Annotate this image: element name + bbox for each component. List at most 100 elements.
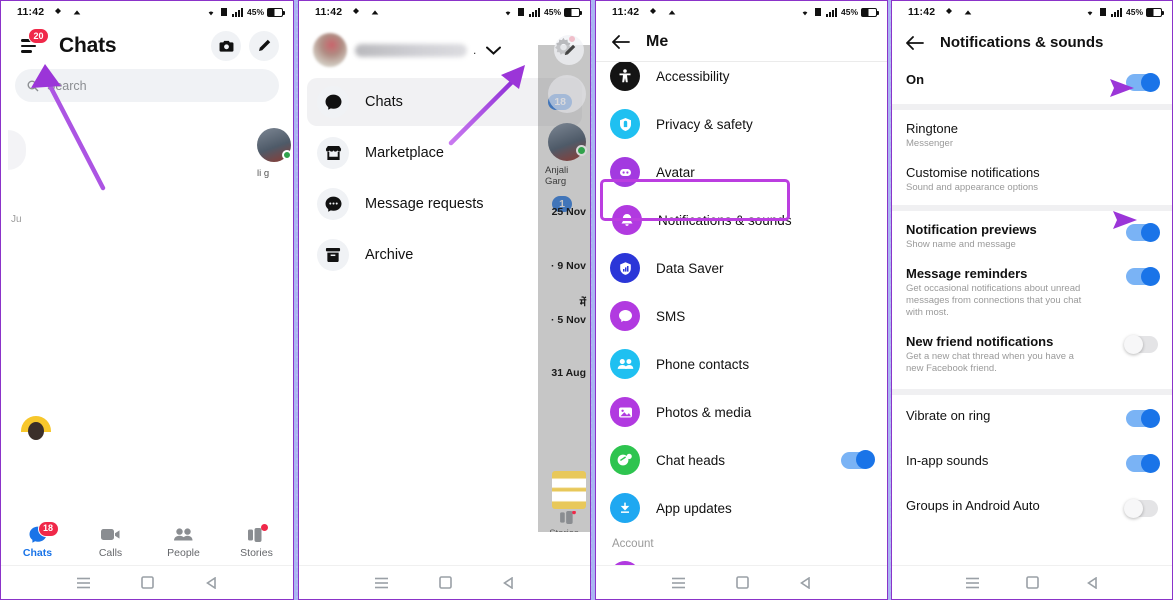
me-header: Me [596,23,887,62]
stories-icon [246,523,268,544]
row-in-app-sounds[interactable]: In-app sounds [892,440,1172,485]
compose-button[interactable] [249,31,279,61]
back-arrow-icon[interactable] [906,35,924,50]
people-icon [173,526,195,544]
stories-icon [560,511,576,524]
row-message-reminders[interactable]: Message reminders Get occasional notific… [892,262,1172,330]
page-title: Notifications & sounds [940,34,1104,51]
cloud-icon [668,10,676,15]
message-reminders-toggle[interactable] [1126,266,1160,286]
settings-item-phone-contacts[interactable]: Phone contacts [596,340,887,388]
chat-list-body: Ju li g [1,102,293,502]
row-subtitle: Sound and appearance options [906,182,1039,193]
row-title: Vibrate on ring [906,408,991,423]
status-left-icons [944,7,973,17]
in-app-sounds-toggle[interactable] [1126,453,1160,473]
search-input[interactable]: Search [15,69,279,102]
home-icon[interactable] [1026,576,1040,589]
master-notifications-toggle[interactable] [1126,72,1160,92]
recent-apps-icon[interactable] [671,577,686,589]
status-right-icons: 45% [1085,7,1164,17]
sms-bubble-icon [610,301,640,331]
row-title: Ringtone [906,121,959,136]
status-bar: 11:42 45% [596,1,887,23]
chat-date: · 5 Nov [550,314,586,326]
recent-apps-icon[interactable] [965,577,980,589]
cloud-icon [371,10,379,15]
partial-right-strip: li g [255,102,293,526]
notification-previews-toggle[interactable] [1126,222,1160,242]
back-arrow-icon[interactable] [612,35,630,49]
chat-snippet: में [579,297,586,309]
tab-chats[interactable]: 18 Chats [1,520,74,559]
settings-item-label: Privacy & safety [656,116,753,132]
avatar-partial-bottom [21,416,51,442]
menu-button[interactable]: 20 [15,28,50,61]
tab-stories[interactable]: Stories [220,523,293,559]
tab-calls[interactable]: Calls [74,526,147,559]
settings-item-photos-media[interactable]: Photos & media [596,388,887,436]
profile-avatar[interactable] [313,33,347,67]
drawer-item-label: Marketplace [365,145,444,161]
bottom-tab-bar: 18 Chats Calls People Stories [1,519,293,565]
settings-item-app-updates[interactable]: App updates [596,484,887,532]
settings-item-accessibility[interactable]: Accessibility [596,62,887,100]
row-vibrate-on-ring[interactable]: Vibrate on ring [892,395,1172,440]
tab-label: Stories [240,546,273,559]
battery-percent: 45% [543,7,561,17]
drawer-item-label: Message requests [365,196,484,212]
row-master-toggle[interactable]: On [892,63,1172,104]
row-subtitle: Show name and message [906,239,1016,250]
back-icon[interactable] [799,576,812,589]
online-dot-icon [282,150,292,160]
groups-android-auto-toggle[interactable] [1124,498,1158,518]
back-icon[interactable] [205,576,218,589]
recent-apps-icon[interactable] [374,577,389,589]
home-icon[interactable] [141,576,155,589]
recent-apps-icon[interactable] [76,577,91,589]
home-icon[interactable] [736,576,749,589]
row-customise-notifications[interactable]: Customise notifications Sound and appear… [892,161,1172,205]
row-ringtone[interactable]: Ringtone Messenger [892,110,1172,161]
new-friend-notifications-toggle[interactable] [1124,334,1158,354]
chat-date: · 9 Nov [550,260,586,272]
camera-button[interactable] [211,31,241,61]
status-time: 11:42 [612,6,640,18]
android-nav-bar [892,565,1172,599]
chat-heads-toggle[interactable] [841,450,875,469]
chat-bubble-icon [317,86,349,118]
row-title: Customise notifications [906,165,1040,180]
settings-item-chat-heads[interactable]: Chat heads [596,436,887,484]
tab-people[interactable]: People [147,526,220,559]
chat-bubble-icon: 18 [27,520,59,544]
panel-drawer-menu: 11:42 45% . Chats Marketplace Message re… [298,0,591,600]
settings-scroll[interactable]: Accessibility Privacy & safety Avatar No… [596,62,887,598]
battery-percent: 45% [840,7,858,17]
settings-item-notifications-sounds[interactable]: Notifications & sounds [596,196,887,244]
vibrate-on-ring-toggle[interactable] [1126,408,1160,428]
partial-text: Ju [11,214,22,225]
settings-item-sms[interactable]: SMS [596,292,887,340]
bell-icon [612,205,642,235]
settings-item-privacy-safety[interactable]: Privacy & safety [596,100,887,148]
row-notification-previews[interactable]: Notification previews Show name and mess… [892,211,1172,262]
row-text: Groups in Android Auto [906,498,1040,513]
settings-item-data-saver[interactable]: Data Saver [596,244,887,292]
back-icon[interactable] [502,576,515,589]
chats-header: 20 Chats [1,23,293,67]
home-icon[interactable] [439,576,452,589]
storefront-icon [317,137,349,169]
pin-icon [650,8,657,14]
status-left-icons [351,7,380,17]
search-icon [27,80,39,91]
row-groups-android-auto[interactable]: Groups in Android Auto [892,485,1172,530]
pin-icon [55,8,62,14]
compose-button-dimmed[interactable] [554,35,584,65]
chevron-down-icon[interactable] [486,46,502,55]
profile-suffix: . [473,43,477,57]
back-icon[interactable] [1086,576,1099,589]
row-title: Notification previews [906,222,1037,237]
settings-item-avatar[interactable]: Avatar [596,148,887,196]
row-new-friend-notifications[interactable]: New friend notifications Get a new chat … [892,330,1172,389]
pencil-icon [564,44,575,55]
